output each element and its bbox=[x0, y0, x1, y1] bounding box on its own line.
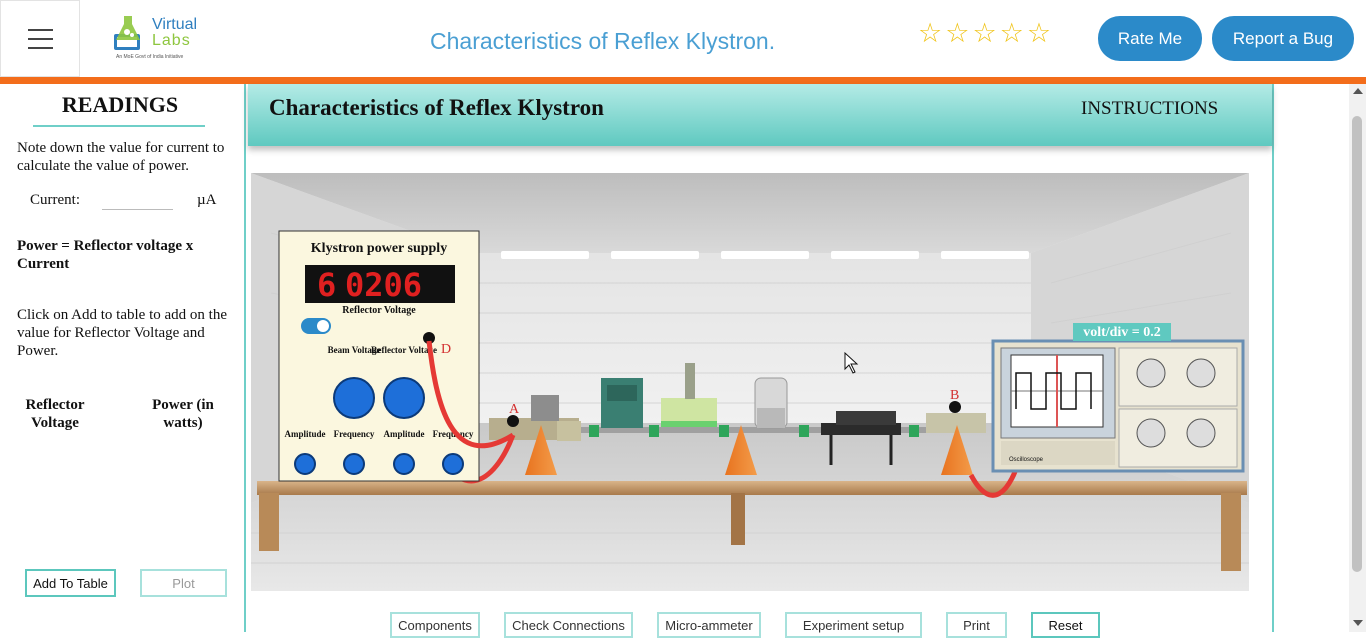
reflector-voltage-display: 0206 bbox=[345, 266, 422, 304]
micro-ammeter-button[interactable]: Micro-ammeter bbox=[657, 612, 761, 638]
menu-line-icon bbox=[27, 46, 53, 49]
experiment-title: Characteristics of Reflex Klystron bbox=[269, 95, 604, 120]
scroll-thumb[interactable] bbox=[1352, 116, 1362, 572]
logo-tagline: An MoE Govt of India Initiative bbox=[116, 54, 184, 60]
lab-illustration: A B E volt/div = 0.2 Oscillosc bbox=[251, 173, 1249, 591]
reset-button[interactable]: Reset bbox=[1031, 612, 1100, 638]
knob-label: Frequency bbox=[334, 429, 375, 439]
star-icon[interactable]: ☆ bbox=[972, 18, 996, 48]
point-d-label: D bbox=[441, 342, 451, 357]
star-rating[interactable]: ☆ ☆ ☆ ☆ ☆ bbox=[918, 18, 1051, 48]
reflector-voltage-label: Reflector Voltage bbox=[371, 345, 437, 355]
display-prefix: 6 bbox=[317, 266, 336, 304]
site-title: Characteristics of Reflex Klystron. bbox=[430, 28, 776, 54]
knob-label: Amplitude bbox=[284, 429, 325, 439]
point-b-label: B bbox=[950, 388, 959, 403]
flask-icon bbox=[114, 16, 140, 50]
point-a-label: A bbox=[509, 402, 520, 417]
current-label: Current: bbox=[30, 192, 80, 208]
star-icon[interactable]: ☆ bbox=[1027, 18, 1051, 48]
power-formula: Power = Reflector voltage x Current bbox=[17, 238, 194, 272]
oscilloscope[interactable] bbox=[991, 339, 1245, 473]
current-input[interactable] bbox=[102, 188, 173, 210]
virtual-labs-logo[interactable]: Virtual Labs An MoE Govt of India Initia… bbox=[108, 12, 208, 64]
readings-title: READINGS bbox=[61, 92, 179, 117]
oscilloscope-caption: Oscilloscope bbox=[1009, 457, 1044, 463]
menu-line-icon bbox=[27, 37, 53, 40]
experiment-setup-button[interactable]: Experiment setup bbox=[785, 612, 922, 638]
knob-label: Amplitude bbox=[383, 429, 424, 439]
column-header-reflector-voltage: Reflector Voltage bbox=[25, 397, 85, 431]
menu-line-icon bbox=[27, 28, 53, 31]
scroll-down-icon[interactable] bbox=[1353, 620, 1363, 626]
rate-me-button[interactable]: Rate Me bbox=[1098, 16, 1202, 61]
hamburger-menu-button[interactable] bbox=[0, 0, 80, 77]
display-caption: Reflector Voltage bbox=[342, 305, 416, 316]
star-icon[interactable]: ☆ bbox=[945, 18, 969, 48]
add-to-table-button[interactable]: Add To Table bbox=[25, 569, 116, 597]
scroll-up-icon[interactable] bbox=[1353, 88, 1363, 94]
volt-div-label: volt/div = 0.2 bbox=[1083, 325, 1161, 340]
power-supply-title: Klystron power supply bbox=[311, 241, 447, 256]
plot-button[interactable]: Plot bbox=[140, 569, 227, 597]
star-icon[interactable]: ☆ bbox=[1000, 18, 1024, 48]
readings-note: Note down the value for current to calcu… bbox=[17, 140, 225, 174]
header-divider bbox=[0, 77, 1366, 84]
print-button[interactable]: Print bbox=[946, 612, 1007, 638]
divider bbox=[33, 125, 205, 127]
top-header: Virtual Labs An MoE Govt of India Initia… bbox=[0, 0, 1366, 78]
report-bug-button[interactable]: Report a Bug bbox=[1212, 16, 1354, 61]
components-button[interactable]: Components bbox=[390, 612, 480, 638]
lab-scene: A B E volt/div = 0.2 Oscillosc bbox=[251, 173, 1249, 591]
logo-text: Labs bbox=[152, 32, 191, 49]
current-unit: µA bbox=[197, 192, 217, 208]
readings-panel: READINGS Note down the value for current… bbox=[0, 84, 246, 632]
experiment-panel: Characteristics of Reflex Klystron INSTR… bbox=[248, 84, 1274, 638]
experiment-header: Characteristics of Reflex Klystron INSTR… bbox=[248, 84, 1272, 146]
star-icon[interactable]: ☆ bbox=[918, 18, 942, 48]
check-connections-button[interactable]: Check Connections bbox=[504, 612, 633, 638]
instructions-button[interactable]: INSTRUCTIONS bbox=[1081, 98, 1218, 120]
page-scrollbar[interactable] bbox=[1349, 84, 1366, 632]
add-table-note: Click on Add to table to add on the valu… bbox=[17, 307, 227, 359]
column-header-power: Power (in watts) bbox=[152, 397, 214, 431]
